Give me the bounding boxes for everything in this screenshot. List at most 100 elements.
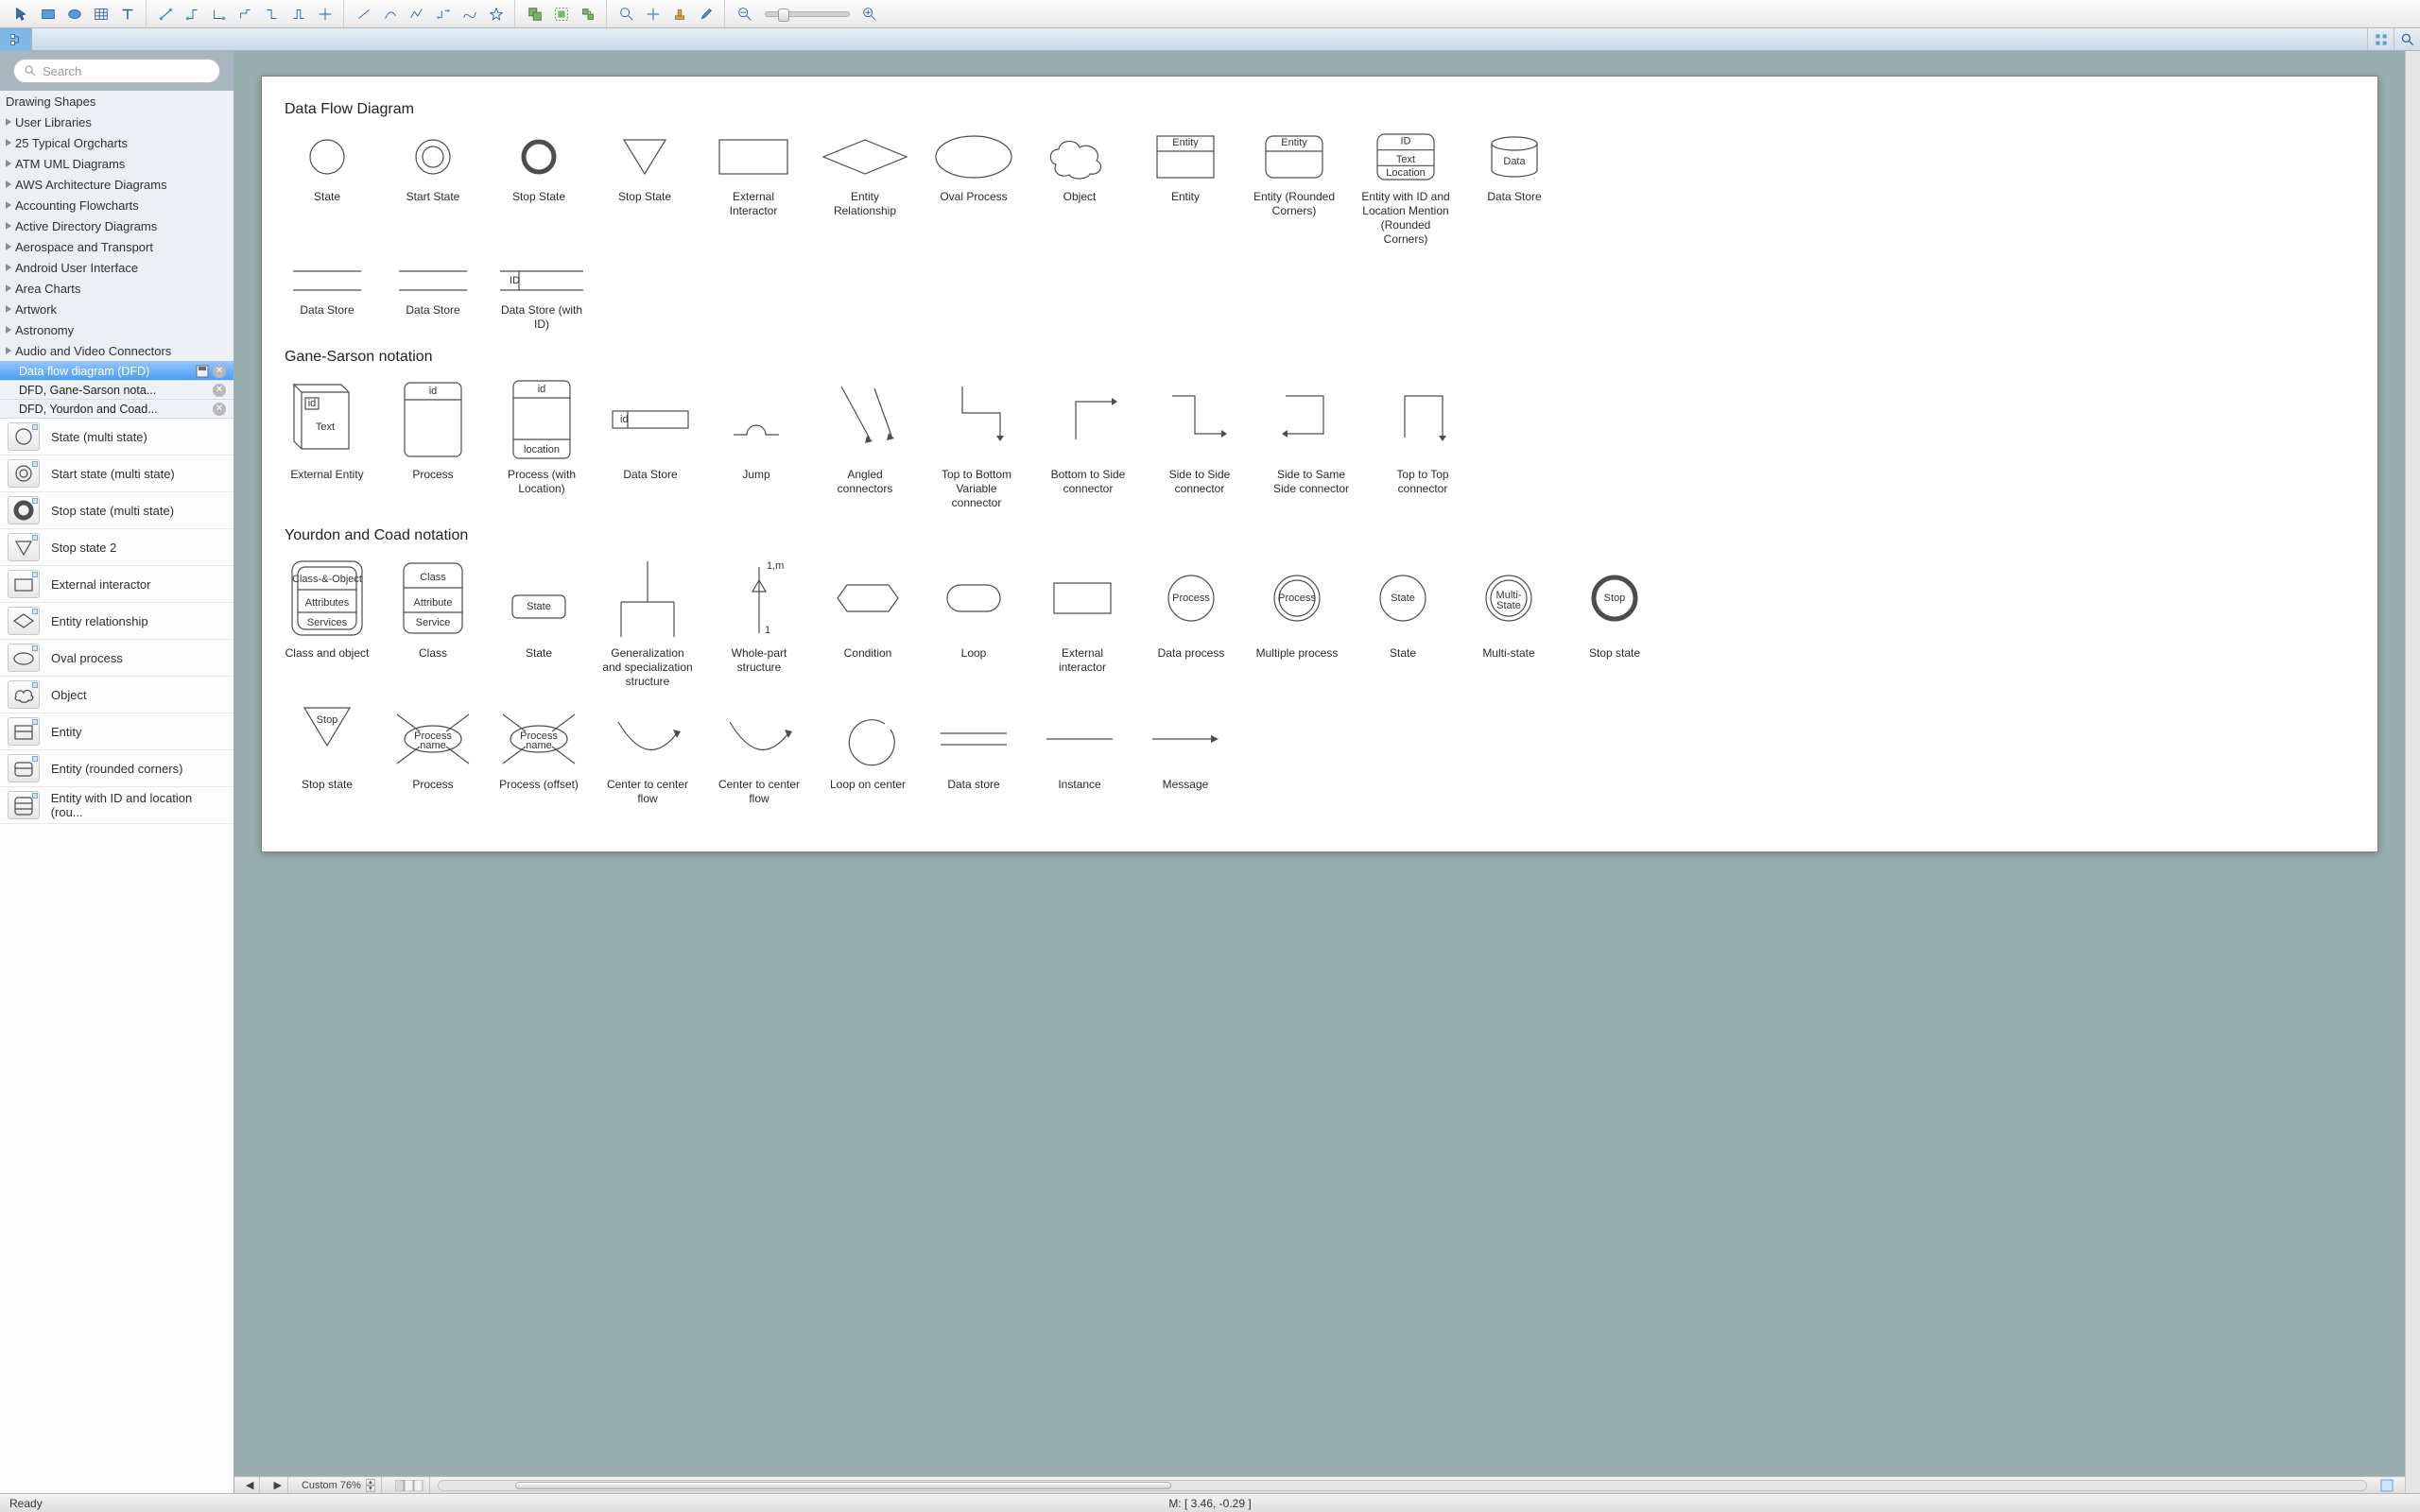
shape-cell[interactable]: IDData Store (with ID) — [496, 264, 587, 332]
search-input[interactable]: Search — [13, 59, 220, 83]
connector-4[interactable] — [233, 4, 258, 25]
line-tool[interactable] — [352, 4, 376, 25]
close-icon[interactable]: ✕ — [213, 384, 226, 397]
shape-list-item[interactable]: External interactor — [0, 566, 233, 603]
table-tool[interactable] — [89, 4, 113, 25]
library-row[interactable]: Active Directory Diagrams — [0, 215, 233, 236]
shape-cell[interactable]: Start State — [390, 129, 475, 247]
group-tool-b[interactable] — [549, 4, 574, 25]
save-icon[interactable] — [196, 365, 209, 378]
shape-cell[interactable]: Top to Bottom Variable connector — [931, 377, 1022, 510]
shape-cell[interactable]: IDTextLocationEntity with ID and Locatio… — [1360, 129, 1451, 247]
zoom-in-button[interactable] — [857, 4, 882, 25]
shape-cell[interactable]: Class-&-ObjectAttributesServicesClass an… — [285, 556, 370, 689]
shape-cell[interactable]: Data Store — [285, 264, 370, 332]
shape-cell[interactable]: Loop on center — [825, 706, 910, 806]
group-tool-c[interactable] — [576, 4, 600, 25]
library-row[interactable]: Audio and Video Connectors — [0, 340, 233, 361]
shape-cell[interactable]: ProcessnameProcess — [390, 706, 475, 806]
shape-cell[interactable]: Object — [1037, 129, 1122, 247]
shape-cell[interactable]: Jump — [714, 377, 799, 510]
shape-cell[interactable]: EntityEntity — [1143, 129, 1228, 247]
shape-cell[interactable]: ClassAttributeServiceClass — [390, 556, 475, 689]
shape-list-item[interactable]: Start state (multi state) — [0, 455, 233, 492]
shape-cell[interactable]: Bottom to Side connector — [1043, 377, 1133, 510]
group-tool-a[interactable] — [523, 4, 547, 25]
shape-cell[interactable]: idTextExternal Entity — [285, 377, 370, 510]
zoom-tool[interactable] — [614, 4, 639, 25]
shape-cell[interactable]: idProcess — [390, 377, 475, 510]
bezier-tool[interactable] — [431, 4, 456, 25]
shape-cell[interactable]: Multi-StateMulti-state — [1466, 556, 1551, 689]
shape-list-item[interactable]: Entity (rounded corners) — [0, 750, 233, 787]
tree-toggle[interactable] — [0, 28, 32, 50]
shape-cell[interactable]: Stop State — [496, 129, 581, 247]
shape-cell[interactable]: State — [285, 129, 370, 247]
shape-cell[interactable]: Side to Side connector — [1154, 377, 1245, 510]
connector-6[interactable] — [286, 4, 311, 25]
shape-cell[interactable]: StateState — [1360, 556, 1445, 689]
library-row[interactable]: Artwork — [0, 299, 233, 319]
shape-cell[interactable]: Angled connectors — [820, 377, 910, 510]
shape-list-item[interactable]: Entity with ID and location (rou... — [0, 787, 233, 824]
page-corner-icon[interactable] — [2375, 1477, 2399, 1493]
connector-1[interactable] — [154, 4, 179, 25]
vertical-scrollbar[interactable] — [2405, 51, 2420, 1493]
shape-cell[interactable]: 1,m1Whole-part structure — [714, 556, 804, 689]
arc-tool[interactable] — [378, 4, 403, 25]
shape-cell[interactable]: Data Store — [390, 264, 475, 332]
stencil-tab[interactable]: DFD, Yourdon and Coad...✕ — [0, 400, 233, 419]
shape-cell[interactable]: Oval Process — [931, 129, 1016, 247]
close-icon[interactable]: ✕ — [213, 365, 226, 378]
shape-cell[interactable]: idData Store — [608, 377, 693, 510]
shape-cell[interactable]: Instance — [1037, 706, 1122, 806]
shape-cell[interactable]: StopStop state — [1572, 556, 1657, 689]
shape-cell[interactable]: Side to Same Side connector — [1266, 377, 1357, 510]
connector-5[interactable] — [260, 4, 285, 25]
shape-cell[interactable]: Center to center flow — [602, 706, 693, 806]
library-row[interactable]: User Libraries — [0, 112, 233, 132]
shape-cell[interactable]: Entity Relationship — [820, 129, 910, 247]
shape-cell[interactable]: DataData Store — [1472, 129, 1557, 247]
library-row[interactable]: ATM UML Diagrams — [0, 153, 233, 174]
shape-list-item[interactable]: Entity — [0, 713, 233, 750]
shape-cell[interactable]: External interactor — [1037, 556, 1128, 689]
shape-list-item[interactable]: Entity relationship — [0, 603, 233, 640]
library-row[interactable]: 25 Typical Orgcharts — [0, 132, 233, 153]
stencil-tab[interactable]: Data flow diagram (DFD)✕ — [0, 362, 233, 381]
zoom-slider[interactable] — [765, 11, 850, 17]
shape-list-item[interactable]: Stop state (multi state) — [0, 492, 233, 529]
shape-cell[interactable]: ProcessData process — [1149, 556, 1234, 689]
shape-cell[interactable]: idlocationProcess (with Location) — [496, 377, 587, 510]
shape-cell[interactable]: Top to Top connector — [1377, 377, 1468, 510]
shape-cell[interactable]: EntityEntity (Rounded Corners) — [1249, 129, 1340, 247]
shape-cell[interactable]: Condition — [825, 556, 910, 689]
eyedropper-tool[interactable] — [694, 4, 718, 25]
scroll-right-button[interactable]: ▶ — [268, 1477, 287, 1493]
shape-cell[interactable]: Center to center flow — [714, 706, 804, 806]
view-mode-buttons[interactable] — [389, 1477, 430, 1493]
shape-list-item[interactable]: State (multi state) — [0, 419, 233, 455]
library-row[interactable]: Astronomy — [0, 319, 233, 340]
library-row[interactable]: Android User Interface — [0, 257, 233, 278]
scroll-left-button[interactable]: ◀ — [240, 1477, 260, 1493]
library-row[interactable]: Drawing Shapes — [0, 91, 233, 112]
shape-cell[interactable]: StateState — [496, 556, 581, 689]
spline-tool[interactable] — [458, 4, 482, 25]
library-row[interactable]: Area Charts — [0, 278, 233, 299]
library-row[interactable]: AWS Architecture Diagrams — [0, 174, 233, 195]
shape-cell[interactable]: StopStop state — [285, 706, 370, 806]
shape-list-item[interactable]: Oval process — [0, 640, 233, 677]
connector-3[interactable] — [207, 4, 232, 25]
pointer-tool[interactable] — [9, 4, 34, 25]
zoom-stepper[interactable]: ▴▾ — [366, 1479, 375, 1492]
shape-cell[interactable]: Loop — [931, 556, 1016, 689]
connector-2[interactable] — [181, 4, 205, 25]
stamp-tool[interactable] — [667, 4, 692, 25]
grid-view-toggle[interactable] — [2367, 28, 2394, 50]
library-row[interactable]: Aerospace and Transport — [0, 236, 233, 257]
shape-cell[interactable]: Generalization and specialization struct… — [602, 556, 693, 689]
shape-cell[interactable]: Data store — [931, 706, 1016, 806]
shape-cell[interactable]: Stop State — [602, 129, 687, 247]
text-tool[interactable] — [115, 4, 140, 25]
